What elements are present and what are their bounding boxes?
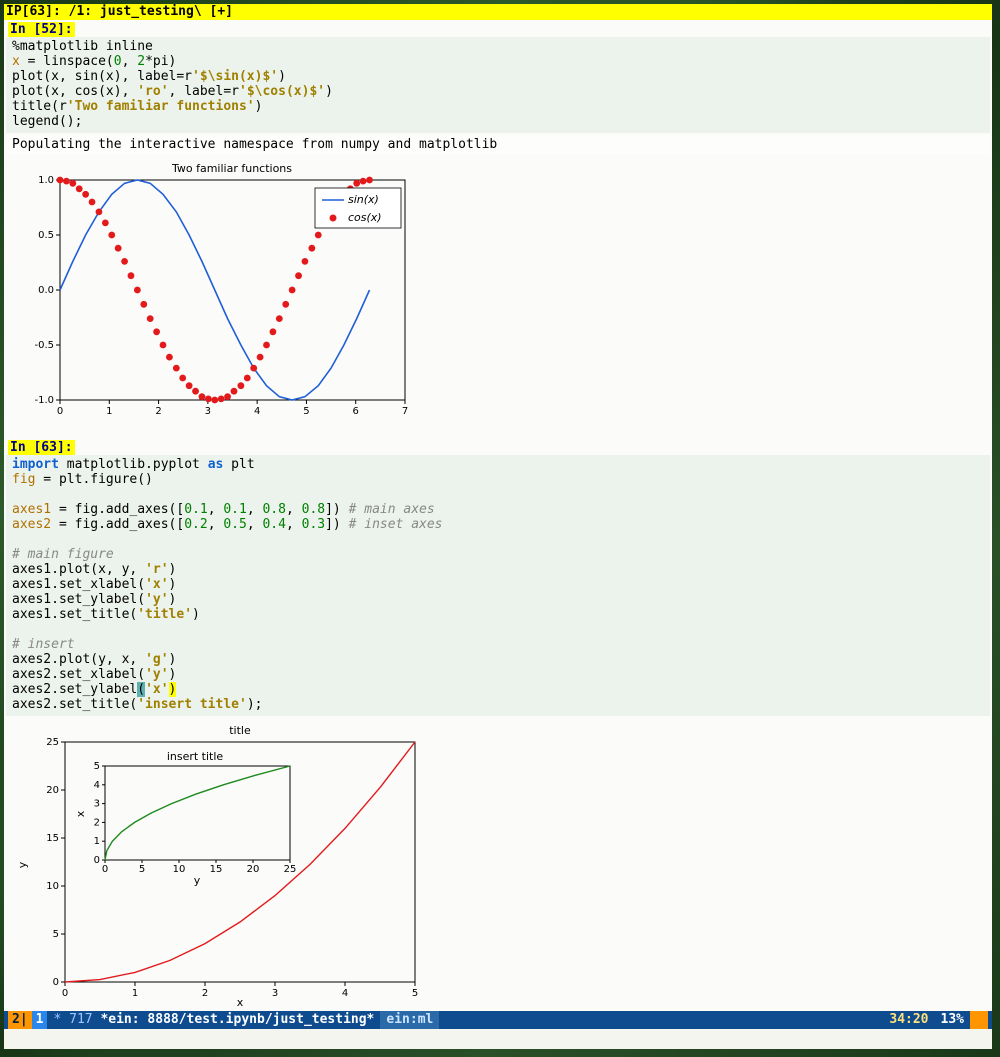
svg-text:3: 3 xyxy=(94,799,100,810)
svg-text:20: 20 xyxy=(46,785,59,796)
chart-title: title 012345 0510152025 x y insert title… xyxy=(10,720,430,1010)
svg-text:15: 15 xyxy=(210,864,223,875)
svg-text:-0.5: -0.5 xyxy=(34,340,54,351)
svg-text:title: title xyxy=(229,724,251,737)
svg-text:y: y xyxy=(16,861,29,868)
svg-text:3: 3 xyxy=(205,406,211,417)
modeline-major-mode: ein:ml xyxy=(380,1011,439,1029)
svg-text:0: 0 xyxy=(53,977,59,988)
svg-text:2: 2 xyxy=(202,988,208,999)
svg-text:0: 0 xyxy=(94,855,100,866)
modeline-end-icon xyxy=(970,1011,988,1029)
svg-text:15: 15 xyxy=(46,833,59,844)
svg-text:3: 3 xyxy=(272,988,278,999)
titlebar-text: IP[63]: /1: just_testing\ [+] xyxy=(6,4,233,20)
buffer-area[interactable]: In [52]: %matplotlib inline x = linspace… xyxy=(4,20,992,1011)
svg-text:0.0: 0.0 xyxy=(38,285,54,296)
svg-text:sin(x): sin(x) xyxy=(348,193,379,206)
modeline-percent: 13% xyxy=(935,1011,970,1029)
svg-text:5: 5 xyxy=(94,761,100,772)
code-cell[interactable]: import matplotlib.pyplot as plt fig = pl… xyxy=(6,455,990,716)
svg-text:20: 20 xyxy=(247,864,260,875)
svg-text:25: 25 xyxy=(284,864,297,875)
svg-text:25: 25 xyxy=(46,737,59,748)
svg-text:1: 1 xyxy=(132,988,138,999)
modeline-position: 34:20 xyxy=(883,1011,934,1029)
svg-text:10: 10 xyxy=(173,864,186,875)
svg-text:6: 6 xyxy=(353,406,359,417)
svg-text:4: 4 xyxy=(254,406,260,417)
svg-text:1: 1 xyxy=(106,406,112,417)
svg-text:4: 4 xyxy=(94,780,100,791)
modeline-winnum-icon: 2| xyxy=(8,1011,32,1029)
cell-prompt: In [52]: xyxy=(8,22,75,37)
svg-text:5: 5 xyxy=(139,864,145,875)
stdout-output: Populating the interactive namespace fro… xyxy=(6,135,990,154)
svg-text:cos(x): cos(x) xyxy=(348,211,382,224)
svg-text:2: 2 xyxy=(94,817,100,828)
chart-two-familiar: Two familiar functions 0 1 2 3 4 5 6 7 -1.0 -0.5… xyxy=(10,158,410,428)
svg-text:Two familiar functions: Two familiar functions xyxy=(171,162,292,175)
svg-text:0: 0 xyxy=(102,864,108,875)
plot-output: title 012345 0510152025 x y insert title… xyxy=(10,720,986,1011)
svg-text:10: 10 xyxy=(46,881,59,892)
svg-text:y: y xyxy=(194,874,201,887)
emacs-titlebar: IP[63]: /1: just_testing\ [+] xyxy=(4,4,992,20)
svg-text:0: 0 xyxy=(62,988,68,999)
svg-text:2: 2 xyxy=(155,406,161,417)
svg-text:5: 5 xyxy=(53,929,59,940)
modeline-state-icon: 1 xyxy=(32,1011,48,1029)
svg-text:7: 7 xyxy=(402,406,408,417)
svg-text:1: 1 xyxy=(94,836,100,847)
plot-output: Two familiar functions 0 1 2 3 4 5 6 7 -1.0 -0.5… xyxy=(10,158,986,432)
svg-text:x: x xyxy=(237,996,244,1009)
svg-text:4: 4 xyxy=(342,988,348,999)
svg-text:0.5: 0.5 xyxy=(38,230,54,241)
svg-text:-1.0: -1.0 xyxy=(34,395,54,406)
code-cell[interactable]: %matplotlib inline x = linspace(0, 2*pi)… xyxy=(6,37,990,133)
svg-text:0: 0 xyxy=(57,406,63,417)
emacs-frame: IP[63]: /1: just_testing\ [+] In [52]: %… xyxy=(4,4,992,1049)
svg-text:5: 5 xyxy=(303,406,309,417)
svg-text:1.0: 1.0 xyxy=(38,175,54,186)
svg-text:5: 5 xyxy=(412,988,418,999)
svg-text:x: x xyxy=(74,810,87,817)
cell-prompt: In [63]: xyxy=(8,440,75,455)
modeline[interactable]: 2|1 * 717 *ein: 8888/test.ipynb/just_tes… xyxy=(4,1011,992,1029)
svg-text:insert title: insert title xyxy=(167,750,224,763)
echo-area xyxy=(4,1029,992,1049)
